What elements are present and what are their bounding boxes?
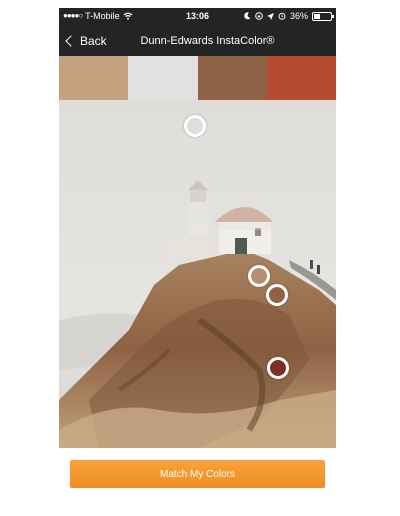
location-arrow-icon <box>266 12 274 20</box>
battery-percent: 36% <box>289 11 308 21</box>
page-title: Dunn-Edwards InstaColor® <box>140 35 275 47</box>
moon-icon <box>244 12 251 20</box>
color-picker-1[interactable] <box>184 115 206 137</box>
color-picker-2[interactable] <box>248 265 270 287</box>
navigation-bar: Back Dunn-Edwards InstaColor® <box>59 26 336 56</box>
match-my-colors-button[interactable]: Match My Colors <box>70 460 325 488</box>
color-swatch-4[interactable] <box>266 56 336 100</box>
color-swatch-1[interactable] <box>59 56 129 100</box>
bottom-bar: Match My Colors <box>59 448 336 500</box>
color-swatch-3[interactable] <box>197 56 267 100</box>
photo-canvas[interactable] <box>59 100 336 448</box>
color-picker-4[interactable] <box>267 357 289 379</box>
lock-rotation-icon <box>255 12 263 20</box>
top-bar: ●●●●○ T-Mobile 13:06 36% Back Dunn-Edwar… <box>59 8 336 56</box>
app-screen: ●●●●○ T-Mobile 13:06 36% Back Dunn-Edwar… <box>59 8 336 500</box>
color-swatch-strip <box>59 56 336 100</box>
status-bar: ●●●●○ T-Mobile 13:06 36% <box>59 8 336 24</box>
color-swatch-2[interactable] <box>128 56 198 100</box>
lighthouse-photo <box>59 100 336 448</box>
color-picker-3[interactable] <box>266 284 288 306</box>
battery-icon <box>312 11 334 21</box>
alarm-icon <box>278 12 286 20</box>
